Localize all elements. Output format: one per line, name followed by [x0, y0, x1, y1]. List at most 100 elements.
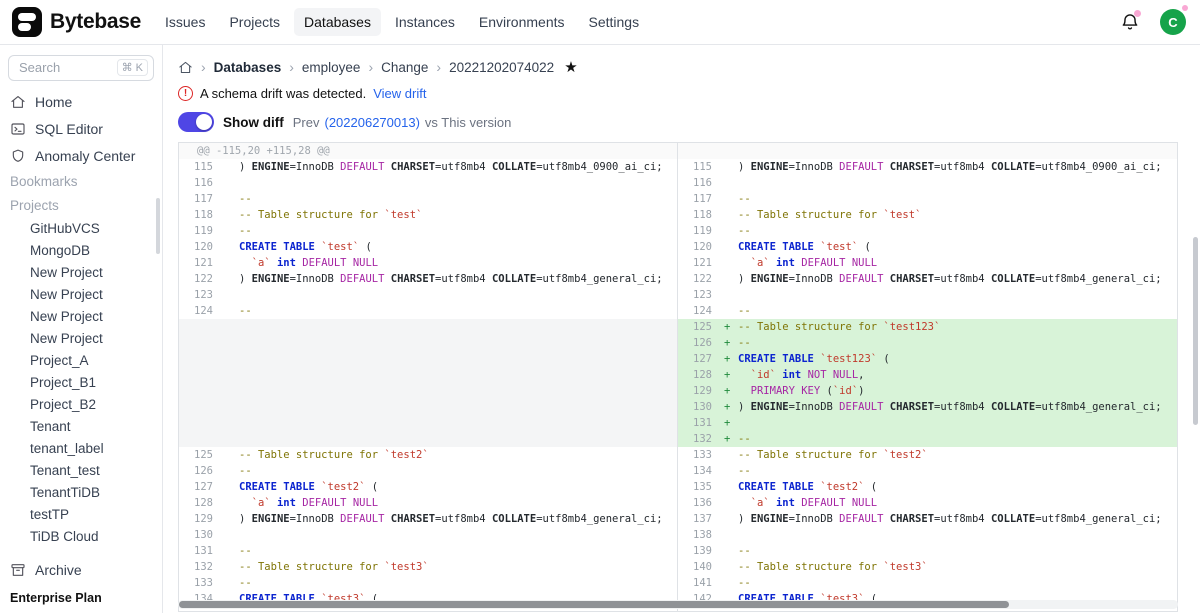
avatar[interactable]: C — [1160, 9, 1186, 35]
hunk-header: @@ -115,20 +115,28 @@ — [179, 143, 677, 159]
sidebar-project-new-project[interactable]: New Project — [0, 284, 162, 306]
nav-item-settings[interactable]: Settings — [579, 8, 650, 36]
anomaly-center-icon — [10, 148, 26, 164]
diff-row: 126+-- — [678, 335, 1177, 351]
breadcrumb: ›Databases›employee›Change›2022120207402… — [178, 57, 1178, 77]
breadcrumb-home-icon[interactable] — [178, 60, 193, 75]
addition-marker: + — [724, 351, 730, 367]
nav-item-projects[interactable]: Projects — [219, 8, 290, 36]
nav-item-instances[interactable]: Instances — [385, 8, 465, 36]
versus-label: vs This version — [425, 115, 511, 130]
breadcrumb-item-20221202074022[interactable]: 20221202074022 — [449, 60, 554, 75]
sidebar-project-new-project[interactable]: New Project — [0, 328, 162, 350]
diff-row: 128 `a` int DEFAULT NULL — [179, 495, 677, 511]
sidebar-project-tenant-test[interactable]: Tenant_test — [0, 460, 162, 482]
code-line: +-- — [712, 431, 1177, 447]
diff-row: 139-- — [678, 543, 1177, 559]
code-line: +-- Table structure for `test123` — [712, 319, 1177, 335]
page-vertical-scrollbar[interactable] — [1193, 237, 1198, 425]
sidebar-project-tenant-label[interactable]: tenant_label — [0, 438, 162, 460]
code-line — [213, 175, 677, 191]
sidebar-project-githubvcs[interactable]: GitHubVCS — [0, 218, 162, 240]
alert-message: A schema drift was detected. — [200, 86, 366, 101]
show-diff-toggle[interactable] — [178, 112, 214, 132]
diff-horizontal-scrollbar[interactable] — [178, 600, 1178, 609]
prev-version-link[interactable]: (202206270013) — [324, 115, 419, 130]
diff-row — [179, 383, 677, 399]
addition-marker: + — [724, 383, 730, 399]
nav-item-environments[interactable]: Environments — [469, 8, 575, 36]
sidebar-item-label: Anomaly Center — [35, 148, 135, 164]
code-line: ) ENGINE=InnoDB DEFAULT CHARSET=utf8mb4 … — [712, 271, 1177, 287]
code-line: CREATE TABLE `test` ( — [213, 239, 677, 255]
sidebar-project-tenant[interactable]: Tenant — [0, 416, 162, 438]
avatar-notification-dot — [1182, 5, 1188, 11]
line-number: 140 — [678, 559, 712, 575]
main-nav: IssuesProjectsDatabasesInstancesEnvironm… — [155, 8, 649, 36]
line-number: 137 — [678, 511, 712, 527]
sidebar-item-label: SQL Editor — [35, 121, 103, 137]
projects-scrollbar[interactable] — [156, 198, 160, 254]
diff-row: 119-- — [179, 223, 677, 239]
addition-marker: + — [724, 399, 730, 415]
sidebar-item-sql-editor[interactable]: SQL Editor — [0, 116, 162, 143]
nav-item-issues[interactable]: Issues — [155, 8, 215, 36]
line-number: 130 — [179, 527, 213, 543]
line-number: 138 — [678, 527, 712, 543]
sidebar-project-mongodb[interactable]: MongoDB — [0, 240, 162, 262]
search-input[interactable] — [17, 59, 113, 76]
diff-row: 129+ PRIMARY KEY (`id`) — [678, 383, 1177, 399]
line-number: 127 — [179, 479, 213, 495]
line-number: 115 — [678, 159, 712, 175]
diff-row: 124-- — [179, 303, 677, 319]
line-number: 119 — [179, 223, 213, 239]
sidebar-project-project-b2[interactable]: Project_B2 — [0, 394, 162, 416]
horizontal-scrollbar-thumb[interactable] — [179, 601, 1009, 608]
sidebar-project-project-a[interactable]: Project_A — [0, 350, 162, 372]
bookmark-star-icon[interactable]: ★ — [564, 58, 577, 76]
sidebar-project-tenanttidb[interactable]: TenantTiDB — [0, 482, 162, 504]
sidebar-project-new-project[interactable]: New Project — [0, 306, 162, 328]
diff-row — [179, 399, 677, 415]
sidebar-project-new-project[interactable]: New Project — [0, 262, 162, 284]
sidebar-project-project-b1[interactable]: Project_B1 — [0, 372, 162, 394]
breadcrumb-item-databases[interactable]: Databases — [214, 60, 282, 75]
breadcrumb-item-employee[interactable]: employee — [302, 60, 361, 75]
code-line: `a` int DEFAULT NULL — [712, 495, 1177, 511]
sidebar-item-home[interactable]: Home — [0, 89, 162, 116]
nav-item-databases[interactable]: Databases — [294, 8, 381, 36]
diff-row: 116 — [179, 175, 677, 191]
notification-bell-icon[interactable] — [1120, 12, 1140, 32]
breadcrumb-item-change[interactable]: Change — [381, 60, 428, 75]
diff-row: 120CREATE TABLE `test` ( — [179, 239, 677, 255]
avatar-wrap[interactable]: C — [1160, 9, 1186, 35]
sidebar-item-anomaly-center[interactable]: Anomaly Center — [0, 143, 162, 170]
sql-editor-icon — [10, 121, 26, 137]
line-number: 133 — [179, 575, 213, 591]
diff-row: 127+CREATE TABLE `test123` ( — [678, 351, 1177, 367]
sidebar-item-archive[interactable]: Archive — [0, 557, 162, 583]
diff-row: 130 — [179, 527, 677, 543]
brand[interactable]: Bytebase — [12, 7, 141, 37]
line-number: 134 — [678, 463, 712, 479]
sidebar-project-testtp[interactable]: testTP — [0, 504, 162, 526]
diff-row: 118-- Table structure for `test` — [678, 207, 1177, 223]
alert-exclamation-icon: ! — [178, 86, 193, 101]
search-box[interactable]: ⌘ K — [8, 55, 154, 81]
diff-row: 121 `a` int DEFAULT NULL — [678, 255, 1177, 271]
plan-label: Enterprise Plan — [0, 583, 162, 613]
view-drift-link[interactable]: View drift — [373, 86, 426, 101]
line-number: 118 — [678, 207, 712, 223]
code-line: -- — [712, 543, 1177, 559]
diff-row: 125-- Table structure for `test2` — [179, 447, 677, 463]
sidebar-project-tidb-cloud[interactable]: TiDB Cloud — [0, 526, 162, 546]
line-number: 131 — [179, 543, 213, 559]
home-icon — [10, 94, 26, 110]
line-number: 122 — [678, 271, 712, 287]
line-number: 128 — [678, 367, 712, 383]
code-line: CREATE TABLE `test2` ( — [712, 479, 1177, 495]
code-line: -- — [712, 303, 1177, 319]
addition-marker: + — [724, 367, 730, 383]
diff-row — [179, 335, 677, 351]
search-shortcut-kbd: ⌘ K — [117, 59, 148, 76]
